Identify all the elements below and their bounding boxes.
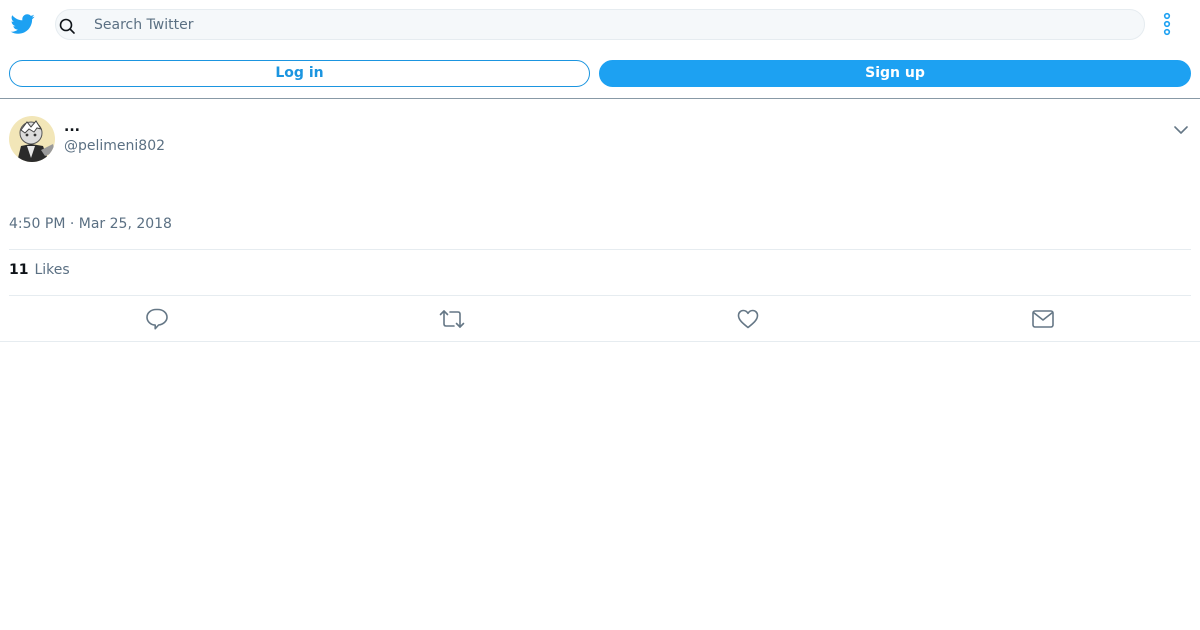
- author-handle[interactable]: @pelimeni802: [64, 138, 165, 154]
- more-vertical-icon[interactable]: [1157, 12, 1177, 36]
- auth-bar: Log in Sign up: [0, 48, 1200, 99]
- likes-stat[interactable]: 11 Likes: [9, 262, 70, 278]
- search-input[interactable]: [92, 10, 1132, 39]
- search-icon: [59, 18, 75, 34]
- divider: [9, 249, 1191, 250]
- signup-button[interactable]: Sign up: [599, 60, 1191, 87]
- reply-icon[interactable]: [144, 306, 170, 332]
- twitter-bird-icon[interactable]: [10, 12, 36, 36]
- share-mail-icon[interactable]: [1030, 306, 1056, 332]
- author-display-name[interactable]: ...: [64, 119, 80, 135]
- tweet-timestamp[interactable]: 4:50 PM · Mar 25, 2018: [9, 216, 172, 232]
- divider: [9, 295, 1191, 296]
- retweet-icon[interactable]: [439, 306, 465, 332]
- avatar[interactable]: [9, 116, 55, 162]
- tweet-detail: ... @pelimeni802 4:50 PM · Mar 25, 2018 …: [0, 99, 1200, 342]
- likes-label: Likes: [34, 262, 70, 278]
- login-button[interactable]: Log in: [9, 60, 590, 87]
- search-box[interactable]: [55, 9, 1145, 40]
- top-bar: [0, 0, 1200, 48]
- like-icon[interactable]: [735, 306, 761, 332]
- likes-count: 11: [9, 262, 29, 278]
- avatar-illustration: [9, 116, 55, 162]
- chevron-down-icon[interactable]: [1172, 121, 1190, 139]
